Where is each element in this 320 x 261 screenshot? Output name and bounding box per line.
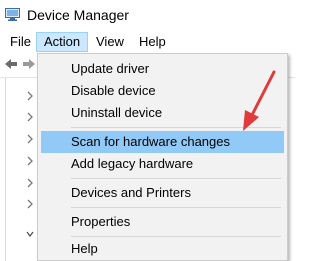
- menu-item-devices-printers[interactable]: Devices and Printers: [41, 182, 284, 204]
- menu-separator: [71, 236, 281, 237]
- forward-arrow-icon[interactable]: [22, 57, 36, 71]
- menu-action[interactable]: Action: [36, 32, 89, 52]
- action-menu: Update driver Disable device Uninstall d…: [37, 53, 288, 261]
- menu-view[interactable]: View: [89, 32, 131, 52]
- title-bar: Device Manager: [0, 0, 295, 31]
- menu-item-disable-device[interactable]: Disable device: [41, 80, 284, 102]
- menu-item-add-legacy-hardware[interactable]: Add legacy hardware: [41, 153, 284, 175]
- menu-separator: [71, 178, 281, 179]
- menu-help[interactable]: Help: [132, 32, 173, 52]
- expand-chevron-icon[interactable]: [25, 177, 35, 189]
- window-title: Device Manager: [27, 7, 129, 23]
- collapse-chevron-icon[interactable]: [25, 228, 35, 240]
- menu-item-scan-hardware[interactable]: Scan for hardware changes: [41, 131, 284, 153]
- menu-file[interactable]: File: [3, 32, 38, 52]
- menu-separator: [71, 207, 281, 208]
- expand-chevron-icon[interactable]: [25, 198, 35, 210]
- device-manager-icon: [5, 8, 20, 21]
- expand-chevron-icon[interactable]: [25, 133, 35, 145]
- back-arrow-icon[interactable]: [4, 57, 18, 71]
- expand-chevron-icon[interactable]: [25, 90, 35, 102]
- expand-chevron-icon[interactable]: [25, 111, 35, 123]
- tree-pane-border: [5, 78, 6, 261]
- menu-separator: [71, 127, 281, 128]
- menu-item-properties[interactable]: Properties: [41, 211, 284, 233]
- expand-chevron-icon[interactable]: [25, 155, 35, 167]
- menu-item-uninstall-device[interactable]: Uninstall device: [41, 102, 284, 124]
- menu-item-update-driver[interactable]: Update driver: [41, 58, 284, 80]
- menu-item-help[interactable]: Help: [41, 238, 284, 260]
- menu-bar: File Action View Help: [0, 31, 295, 53]
